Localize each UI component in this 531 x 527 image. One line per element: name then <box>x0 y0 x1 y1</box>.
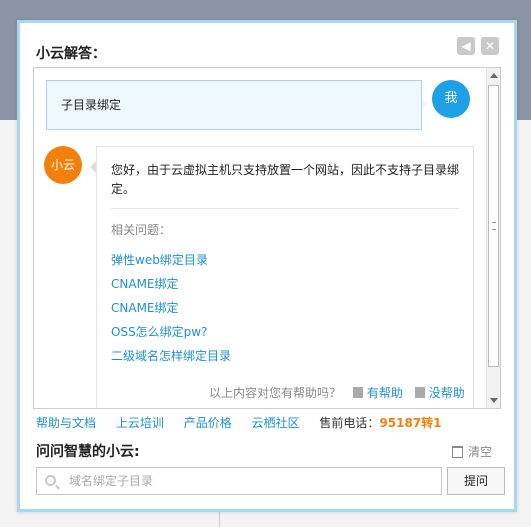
search-icon <box>45 475 56 486</box>
related-link[interactable]: CNAME绑定 <box>111 272 459 296</box>
clear-button[interactable]: 清空 <box>452 443 492 460</box>
hotline-number: 95187转1 <box>379 416 442 430</box>
divider <box>111 208 459 209</box>
bot-avatar: 小云 <box>44 146 82 184</box>
chat-dialog: 小云解答： ◀ ✕ 子目录绑定 我 小云 您好，由于云虚拟主机只支持放置一个网站… <box>17 20 517 512</box>
helpful-button[interactable]: 有帮助 <box>367 386 403 400</box>
related-questions-title: 相关问题： <box>111 223 172 237</box>
related-link[interactable]: 二级域名怎样绑定目录 <box>111 344 459 368</box>
user-message: 子目录绑定 <box>46 80 428 130</box>
scroll-down-icon[interactable] <box>490 398 498 403</box>
close-icon[interactable]: ✕ <box>481 37 499 55</box>
scrollbar[interactable] <box>486 68 500 408</box>
ask-title: 问问智慧的小云: <box>36 444 140 460</box>
bot-answer: 您好，由于云虚拟主机只支持放置一个网站，因此不支持子目录绑定。 <box>111 163 460 196</box>
dialog-title: 小云解答： <box>36 46 106 62</box>
feedback-row: 以上内容对您有帮助吗？ 有帮助 没帮助 <box>209 384 465 401</box>
community-link[interactable]: 云栖社区 <box>252 416 300 430</box>
grip-icon <box>492 222 496 230</box>
thumb-up-icon[interactable] <box>352 387 363 398</box>
ask-button[interactable]: 提问 <box>447 467 505 495</box>
user-avatar: 我 <box>432 80 470 118</box>
training-link[interactable]: 上云培训 <box>116 416 164 430</box>
feedback-prompt: 以上内容对您有帮助吗？ <box>209 386 342 400</box>
hotline-label: 售前电话： <box>319 416 380 430</box>
bot-message: 您好，由于云虚拟主机只支持放置一个网站，因此不支持子目录绑定。 相关问题： 弹性… <box>90 146 474 408</box>
scroll-up-icon[interactable] <box>490 73 498 78</box>
question-input[interactable] <box>69 468 429 494</box>
thumb-down-icon[interactable] <box>414 387 425 398</box>
trash-icon <box>452 446 463 458</box>
not-helpful-button[interactable]: 没帮助 <box>429 386 465 400</box>
related-link[interactable]: 弹性web绑定目录 <box>111 248 459 272</box>
question-field[interactable] <box>36 467 442 495</box>
help-docs-link[interactable]: 帮助与文档 <box>36 416 96 430</box>
footer-links: 帮助与文档 上云培训 产品价格 云栖社区 售前电话：95187转1 <box>36 414 506 431</box>
related-link[interactable]: CNAME绑定 <box>111 296 459 320</box>
back-icon[interactable]: ◀ <box>457 37 475 55</box>
price-link[interactable]: 产品价格 <box>184 416 232 430</box>
related-link[interactable]: OSS怎么绑定pw? <box>111 320 459 344</box>
chat-area[interactable]: 子目录绑定 我 小云 您好，由于云虚拟主机只支持放置一个网站，因此不支持子目录绑… <box>33 67 501 409</box>
scroll-thumb[interactable] <box>488 85 499 367</box>
clear-label: 清空 <box>468 445 493 459</box>
